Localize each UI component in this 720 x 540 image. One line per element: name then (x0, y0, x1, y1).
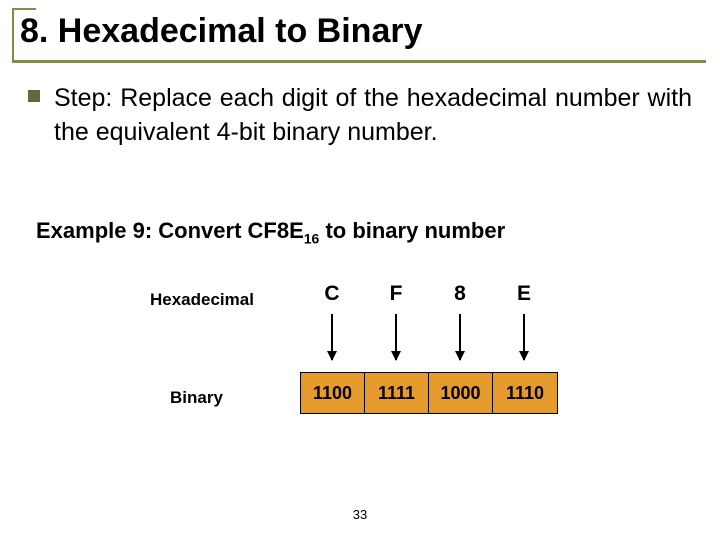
binary-row-label: Binary (170, 388, 223, 408)
slide-title: 8. Hexadecimal to Binary (20, 12, 423, 51)
arrow-down-icon (523, 314, 525, 360)
hex-digit: 8 (428, 282, 492, 306)
bullet-icon (28, 90, 40, 102)
binary-group: 1100 (301, 373, 365, 413)
bullet-row: Step: Replace each digit of the hexadeci… (28, 82, 692, 150)
hex-digit-row: C F 8 E (300, 282, 556, 306)
binary-group: 1110 (493, 373, 557, 413)
title-underline (12, 60, 706, 63)
arrow-slot (364, 314, 428, 360)
frame-accent-top (12, 8, 36, 10)
arrow-slot (492, 314, 556, 360)
body-block: Step: Replace each digit of the hexadeci… (28, 82, 692, 150)
frame-accent-left (12, 8, 14, 60)
page-number: 33 (0, 507, 720, 522)
binary-group: 1111 (365, 373, 429, 413)
step-text: Step: Replace each digit of the hexadeci… (54, 82, 692, 150)
arrow-down-icon (331, 314, 333, 360)
arrow-slot (428, 314, 492, 360)
arrow-down-icon (395, 314, 397, 360)
example-suffix: to binary number (319, 218, 505, 243)
example-subscript: 16 (304, 230, 320, 246)
arrow-down-icon (459, 314, 461, 360)
hex-digit: C (300, 282, 364, 306)
hex-row-label: Hexadecimal (150, 290, 254, 310)
binary-group-row: 1100 1111 1000 1110 (300, 372, 558, 414)
binary-group: 1000 (429, 373, 493, 413)
arrow-row (300, 314, 556, 360)
hex-digit: E (492, 282, 556, 306)
example-label: Example 9: Convert CF8E16 to binary numb… (36, 218, 505, 246)
example-prefix: Example 9: Convert CF8E (36, 218, 304, 243)
hex-digit: F (364, 282, 428, 306)
arrow-slot (300, 314, 364, 360)
